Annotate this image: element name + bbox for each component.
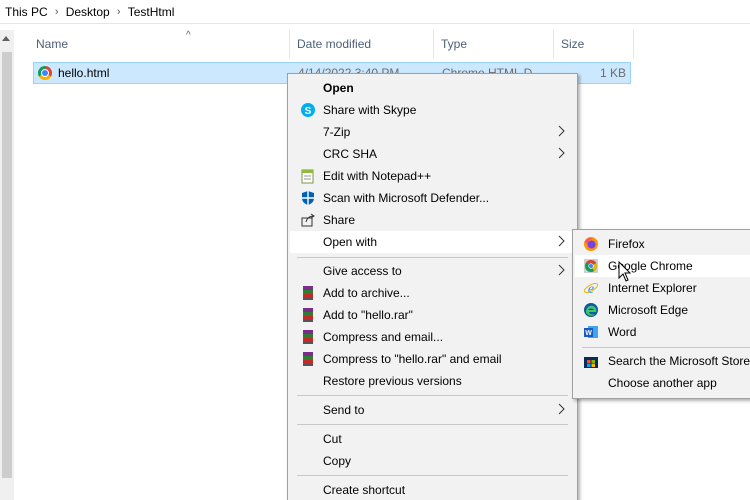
menu-item-label: Scan with Microsoft Defender... <box>323 191 490 205</box>
menu-item-label: Create shortcut <box>323 483 406 497</box>
menu-item-create-shortcut[interactable]: Create shortcut <box>290 479 575 500</box>
file-name: hello.html <box>58 66 110 80</box>
menu-item-label: Restore previous versions <box>323 374 462 388</box>
submenu-item-internet-explorer[interactable]: e Internet Explorer <box>575 277 750 299</box>
menu-item-label: Give access to <box>323 264 402 278</box>
menu-item-share[interactable]: Share <box>290 209 575 231</box>
menu-item-edit-notepadpp[interactable]: Edit with Notepad++ <box>290 165 575 187</box>
vertical-scrollbar[interactable] <box>0 30 14 500</box>
column-header-date-label: Date modified <box>297 37 372 51</box>
svg-text:S: S <box>305 106 312 117</box>
submenu-separator <box>582 347 750 348</box>
submenu-item-label: Search the Microsoft Store <box>608 354 750 368</box>
word-icon: W <box>584 326 598 338</box>
menu-item-label: Compress and email... <box>323 330 444 344</box>
winrar-icon <box>303 308 313 322</box>
internet-explorer-icon: e <box>583 282 599 296</box>
chrome-icon <box>584 259 598 273</box>
context-menu: Open S Share with Skype 7-Zip CRC SHA Ed… <box>287 73 578 500</box>
menu-separator <box>297 395 568 396</box>
edge-icon <box>584 303 598 317</box>
menu-item-label: Add to "hello.rar" <box>323 308 413 322</box>
menu-item-open-with[interactable]: Open with <box>290 231 575 253</box>
scroll-up-arrow-icon[interactable] <box>2 36 10 41</box>
breadcrumb-desktop[interactable]: Desktop <box>66 5 110 19</box>
open-with-submenu: Firefox Google Chrome e Internet Explore… <box>572 229 750 399</box>
notepad-plus-plus-icon <box>301 169 314 184</box>
winrar-icon <box>303 286 313 300</box>
menu-item-7zip[interactable]: 7-Zip <box>290 121 575 143</box>
breadcrumb-separator-icon[interactable]: › <box>110 6 128 18</box>
menu-item-label: CRC SHA <box>323 147 378 161</box>
column-header-type-label: Type <box>441 37 468 51</box>
menu-item-label: Add to archive... <box>323 286 410 300</box>
menu-item-give-access[interactable]: Give access to <box>290 260 575 282</box>
submenu-item-word[interactable]: W Word <box>575 321 750 343</box>
svg-text:W: W <box>585 330 592 337</box>
menu-item-add-to-archive[interactable]: Add to archive... <box>290 282 575 304</box>
menu-item-label: Copy <box>323 454 352 468</box>
share-icon <box>301 213 315 227</box>
chrome-file-icon <box>38 66 52 80</box>
submenu-item-label: Word <box>608 325 637 339</box>
menu-item-cut[interactable]: Cut <box>290 428 575 450</box>
menu-item-add-to-hello-rar[interactable]: Add to "hello.rar" <box>290 304 575 326</box>
file-size: 1 KB <box>599 66 626 80</box>
menu-item-label: Share with Skype <box>323 103 417 117</box>
submenu-item-label: Choose another app <box>608 376 717 390</box>
chevron-right-icon <box>558 147 565 159</box>
column-header-size[interactable]: Size <box>554 30 634 58</box>
sort-ascending-icon: ^ <box>186 30 191 41</box>
submenu-item-google-chrome[interactable]: Google Chrome <box>575 255 750 277</box>
menu-item-compress-rar-email[interactable]: Compress to "hello.rar" and email <box>290 348 575 370</box>
winrar-icon <box>303 330 313 344</box>
menu-item-label: Edit with Notepad++ <box>323 169 432 183</box>
breadcrumb: This PC › Desktop › TestHtml <box>0 0 750 24</box>
chevron-right-icon <box>558 235 565 247</box>
menu-item-label: Cut <box>323 432 342 446</box>
firefox-icon <box>584 237 598 251</box>
column-header-name-label: Name <box>36 37 69 51</box>
menu-item-label: Send to <box>323 403 365 417</box>
breadcrumb-testhtml[interactable]: TestHtml <box>128 5 175 19</box>
menu-item-label: Open with <box>323 235 378 249</box>
menu-separator <box>297 257 568 258</box>
skype-icon: S <box>301 103 315 117</box>
menu-separator <box>297 424 568 425</box>
defender-shield-icon <box>302 191 314 205</box>
menu-separator <box>297 475 568 476</box>
breadcrumb-separator-icon[interactable]: › <box>48 6 66 18</box>
scrollbar-thumb[interactable] <box>2 52 12 478</box>
submenu-item-search-store[interactable]: Search the Microsoft Store <box>575 350 750 372</box>
menu-item-send-to[interactable]: Send to <box>290 399 575 421</box>
menu-item-label: Share <box>323 213 356 227</box>
column-header-name[interactable]: Name ^ <box>30 30 290 58</box>
menu-item-restore-previous[interactable]: Restore previous versions <box>290 370 575 392</box>
winrar-icon <box>303 352 313 366</box>
submenu-item-label: Internet Explorer <box>608 281 697 295</box>
chevron-right-icon <box>558 403 565 415</box>
menu-item-open[interactable]: Open <box>290 77 575 99</box>
submenu-item-label: Microsoft Edge <box>608 303 689 317</box>
chevron-right-icon <box>558 264 565 276</box>
column-header-date[interactable]: Date modified <box>290 30 434 58</box>
submenu-item-choose-another-app[interactable]: Choose another app <box>575 372 750 394</box>
submenu-item-firefox[interactable]: Firefox <box>575 233 750 255</box>
microsoft-store-icon <box>584 357 598 368</box>
menu-item-label: Open <box>323 81 354 95</box>
column-header-size-label: Size <box>561 37 585 51</box>
breadcrumb-this-pc[interactable]: This PC <box>5 5 48 19</box>
chevron-right-icon <box>558 125 565 137</box>
submenu-item-microsoft-edge[interactable]: Microsoft Edge <box>575 299 750 321</box>
menu-item-label: 7-Zip <box>323 125 351 139</box>
submenu-item-label: Firefox <box>608 237 645 251</box>
menu-item-crc-sha[interactable]: CRC SHA <box>290 143 575 165</box>
menu-item-label: Compress to "hello.rar" and email <box>323 352 502 366</box>
mouse-pointer-icon <box>618 261 632 282</box>
menu-item-compress-and-email[interactable]: Compress and email... <box>290 326 575 348</box>
menu-item-scan-defender[interactable]: Scan with Microsoft Defender... <box>290 187 575 209</box>
column-header-type[interactable]: Type <box>434 30 554 58</box>
menu-item-copy[interactable]: Copy <box>290 450 575 472</box>
menu-item-share-with-skype[interactable]: S Share with Skype <box>290 99 575 121</box>
